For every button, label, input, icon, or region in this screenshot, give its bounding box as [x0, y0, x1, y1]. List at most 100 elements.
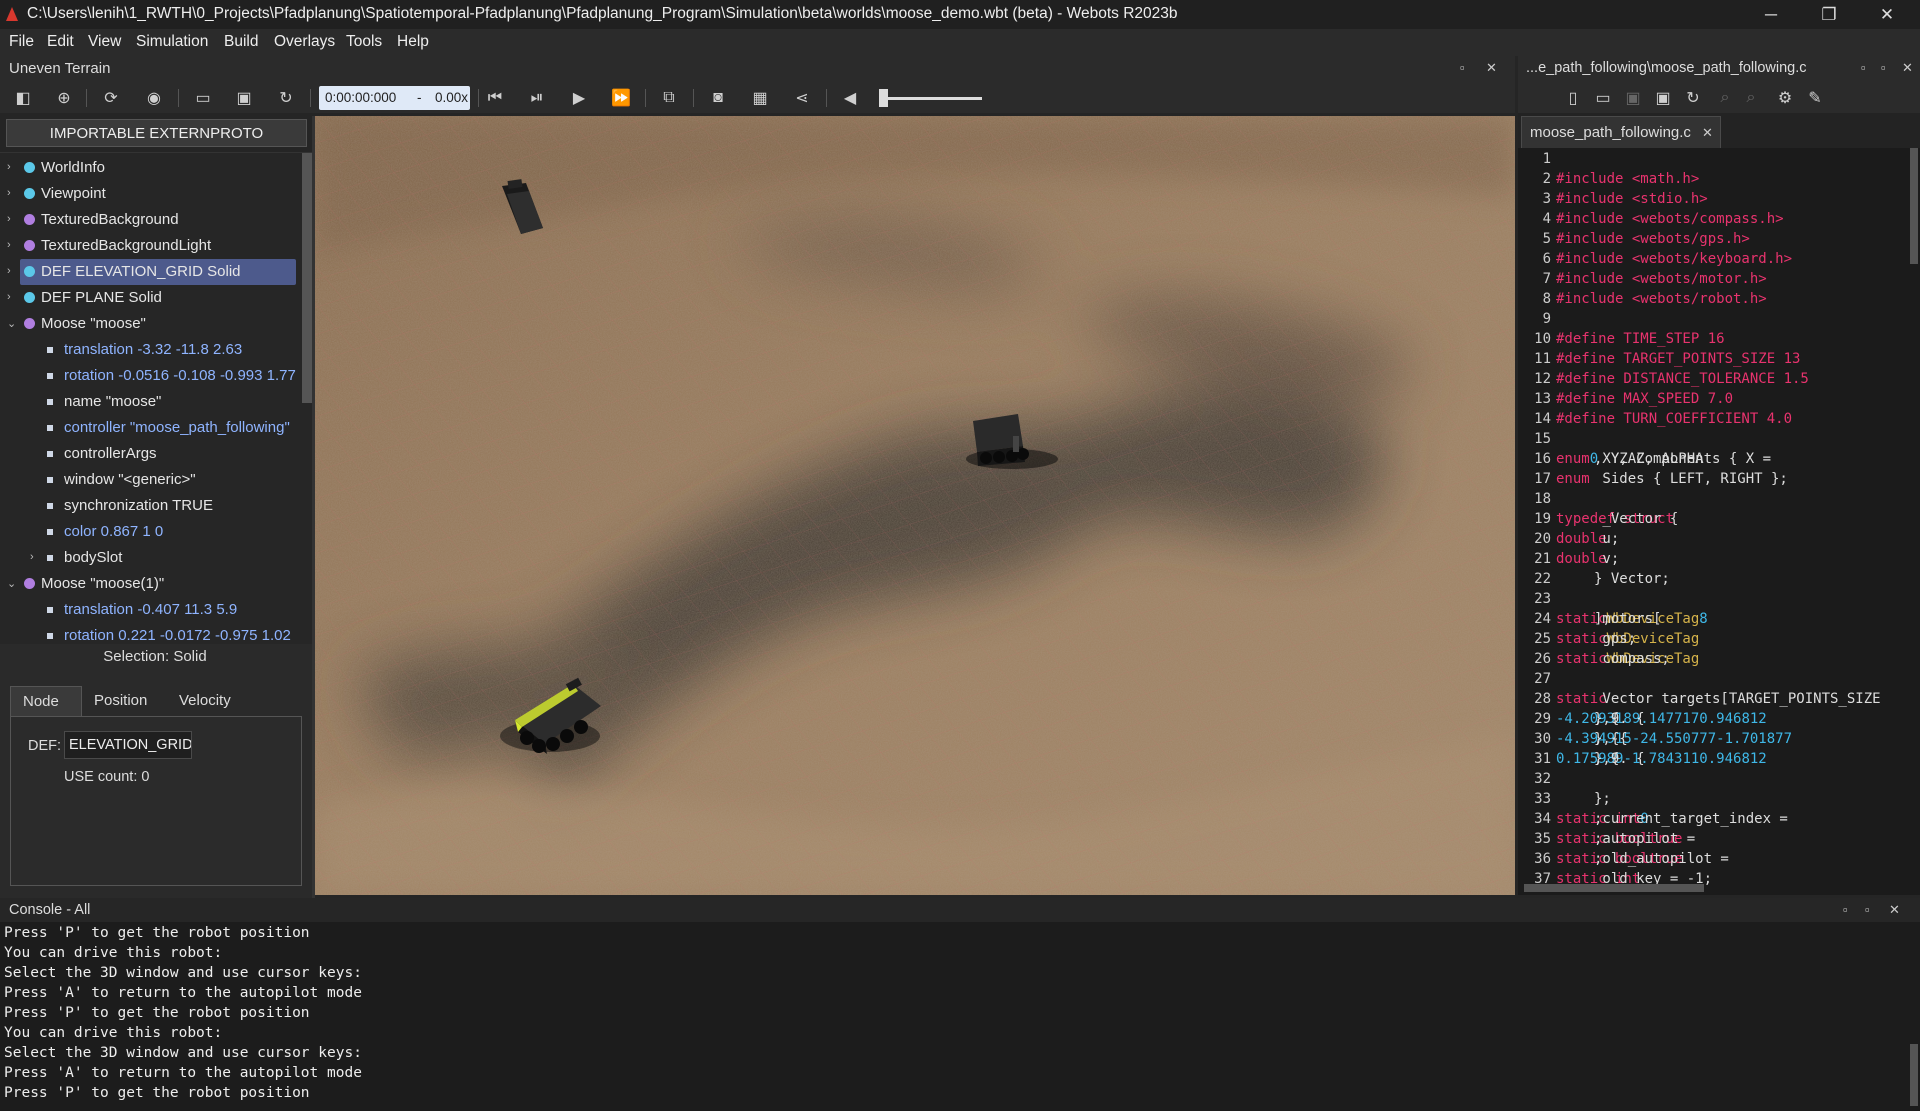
tree-field[interactable]: name "moose": [0, 389, 300, 415]
def-name-input[interactable]: [64, 731, 192, 759]
tree-field[interactable]: color 0.867 1 0: [0, 519, 300, 545]
tree-label: synchronization TRUE: [64, 497, 213, 514]
expand-chevron-icon[interactable]: ›: [7, 239, 11, 251]
tab-node[interactable]: Node: [10, 686, 82, 716]
collapse-chevron-icon[interactable]: ⌄: [7, 577, 16, 590]
console-minimize-icon[interactable]: ▫: [1843, 902, 1848, 917]
clean-brush-icon[interactable]: ✎: [1804, 87, 1826, 109]
expand-chevron-icon[interactable]: ›: [7, 161, 11, 173]
open-file-icon[interactable]: ▭: [1592, 87, 1614, 109]
field-bullet-icon: [47, 555, 53, 561]
collapse-chevron-icon[interactable]: ⌄: [7, 317, 16, 330]
tree-field[interactable]: translation -0.407 11.3 5.9: [0, 597, 300, 623]
fast-forward-icon[interactable]: ⏩: [610, 87, 632, 109]
save-all-icon[interactable]: ▣: [1652, 87, 1674, 109]
console-float-icon[interactable]: ▫: [1865, 902, 1870, 917]
tree-field[interactable]: translation -3.32 -11.8 2.63: [0, 337, 300, 363]
tree-field[interactable]: window "<generic>": [0, 467, 300, 493]
volume-slider-handle[interactable]: [879, 89, 888, 107]
field-bullet-icon: [47, 373, 53, 379]
reset-viewpoint-icon[interactable]: ⟳: [100, 87, 122, 109]
code-token: , 9.: [1594, 711, 1628, 727]
code-line: 23: [1518, 591, 1920, 611]
code-hscrollbar[interactable]: [1524, 884, 1704, 892]
code-text: static int current_target_index = 0;: [1556, 811, 1788, 827]
restore-button[interactable]: ❐: [1800, 0, 1858, 29]
tree-field[interactable]: synchronization TRUE: [0, 493, 300, 519]
panel-close-icon[interactable]: ✕: [1486, 60, 1497, 76]
expand-chevron-icon[interactable]: ›: [7, 187, 11, 199]
panel-float-icon[interactable]: ▫: [1460, 60, 1465, 75]
record-movie-icon[interactable]: ▦: [749, 87, 771, 109]
tab-moose-path-following[interactable]: moose_path_following.c ✕: [1521, 116, 1721, 148]
console-scrollbar[interactable]: [1910, 1044, 1918, 1106]
3d-viewport[interactable]: [315, 116, 1515, 895]
menu-file[interactable]: File: [9, 33, 34, 51]
expand-chevron-icon[interactable]: ›: [7, 291, 11, 303]
expand-chevron-icon[interactable]: ›: [7, 213, 11, 225]
scene-tree-scrollbar[interactable]: [302, 153, 312, 403]
expand-chevron-icon[interactable]: ›: [7, 265, 11, 277]
field-bullet-icon: [47, 529, 53, 535]
menu-simulation[interactable]: Simulation: [136, 33, 208, 51]
console-panel: Console - All ▫ ▫ ✕ Press 'P' to get the…: [0, 898, 1920, 1111]
tab-close-icon[interactable]: ✕: [1702, 125, 1713, 141]
editor-panel-close-icon[interactable]: ✕: [1902, 60, 1913, 76]
save-world-icon[interactable]: ▣: [233, 87, 255, 109]
step-icon[interactable]: ⏯: [526, 87, 548, 109]
reset-simulation-icon[interactable]: ⏮: [484, 87, 506, 109]
editor-panel-float-icon[interactable]: ▫: [1881, 60, 1886, 75]
tree-node[interactable]: › Viewpoint: [0, 181, 300, 207]
open-world-icon[interactable]: ▭: [192, 87, 214, 109]
close-window-button[interactable]: ✕: [1858, 0, 1916, 29]
share-icon[interactable]: ⋖: [791, 87, 813, 109]
code-area[interactable]: 1 2 #include <math.h> 3 #include <stdio.h> 4 #…: [1518, 148, 1920, 895]
reload-world-icon[interactable]: ↻: [275, 87, 297, 109]
tab-position[interactable]: Position: [82, 686, 159, 716]
menu-edit[interactable]: Edit: [47, 33, 74, 51]
code-line: 29 {-4.209318, 9.147717}, {0.946812, 9.: [1518, 711, 1920, 731]
add-node-icon[interactable]: ⊕: [53, 87, 75, 109]
code-token: Vector targets[TARGET_POINTS_SIZE: [1594, 691, 1881, 707]
tree-field[interactable]: rotation -0.0516 -0.108 -0.993 1.77: [0, 363, 300, 389]
new-file-icon[interactable]: ▯: [1562, 87, 1584, 109]
tree-field[interactable]: controller "moose_path_following": [0, 415, 300, 441]
code-token: #include <stdio.h>: [1556, 191, 1708, 207]
editor-panel-minimize-icon[interactable]: ▫: [1861, 60, 1866, 75]
code-token: #define TARGET_POINTS_SIZE 13: [1556, 351, 1801, 367]
tree-field[interactable]: rotation 0.221 -0.0172 -0.975 1.02: [0, 623, 300, 644]
tree-node[interactable]: › TexturedBackground: [0, 207, 300, 233]
code-scrollbar[interactable]: [1910, 148, 1918, 264]
tree-node[interactable]: › WorldInfo: [0, 155, 300, 181]
importable-externproto-button[interactable]: IMPORTABLE EXTERNPROTO: [6, 119, 307, 147]
tree-node[interactable]: › TexturedBackgroundLight: [0, 233, 300, 259]
tree-node[interactable]: › DEF ELEVATION_GRID Solid: [7, 259, 296, 285]
menu-overlays[interactable]: Overlays: [274, 33, 335, 51]
build-gear-icon[interactable]: ⚙: [1774, 87, 1796, 109]
tree-node[interactable]: ⌄ Moose "moose(1)": [0, 571, 300, 597]
play-icon[interactable]: ▶: [568, 87, 590, 109]
mute-speaker-icon[interactable]: ◀: [839, 87, 861, 109]
line-number: 12: [1534, 371, 1551, 387]
expand-chevron-icon[interactable]: ›: [30, 551, 34, 563]
toggle-scene-tree-icon[interactable]: ◧: [12, 87, 34, 109]
tree-field[interactable]: controllerArgs: [0, 441, 300, 467]
tab-velocity[interactable]: Velocity: [167, 686, 243, 716]
screenshot-camera-icon[interactable]: ◙: [707, 87, 729, 109]
tree-slot[interactable]: › bodySlot: [0, 545, 300, 571]
minimize-button[interactable]: ─: [1742, 0, 1800, 29]
console-close-icon[interactable]: ✕: [1889, 902, 1900, 918]
menu-help[interactable]: Help: [397, 33, 429, 51]
code-token: v;: [1594, 551, 1620, 567]
code-token: autopilot =: [1594, 831, 1704, 847]
view-eye-icon[interactable]: ◉: [143, 87, 165, 109]
revert-file-icon[interactable]: ↻: [1682, 87, 1704, 109]
tree-node[interactable]: ⌄ Moose "moose": [0, 311, 300, 337]
rendering-toggle-icon[interactable]: ⧉: [658, 87, 680, 109]
volume-slider-track[interactable]: [882, 97, 982, 100]
code-line: 19 typedef struct _Vector {: [1518, 511, 1920, 531]
menu-build[interactable]: Build: [224, 33, 258, 51]
menu-tools[interactable]: Tools: [346, 33, 382, 51]
menu-view[interactable]: View: [88, 33, 121, 51]
tree-node[interactable]: › DEF PLANE Solid: [0, 285, 300, 311]
